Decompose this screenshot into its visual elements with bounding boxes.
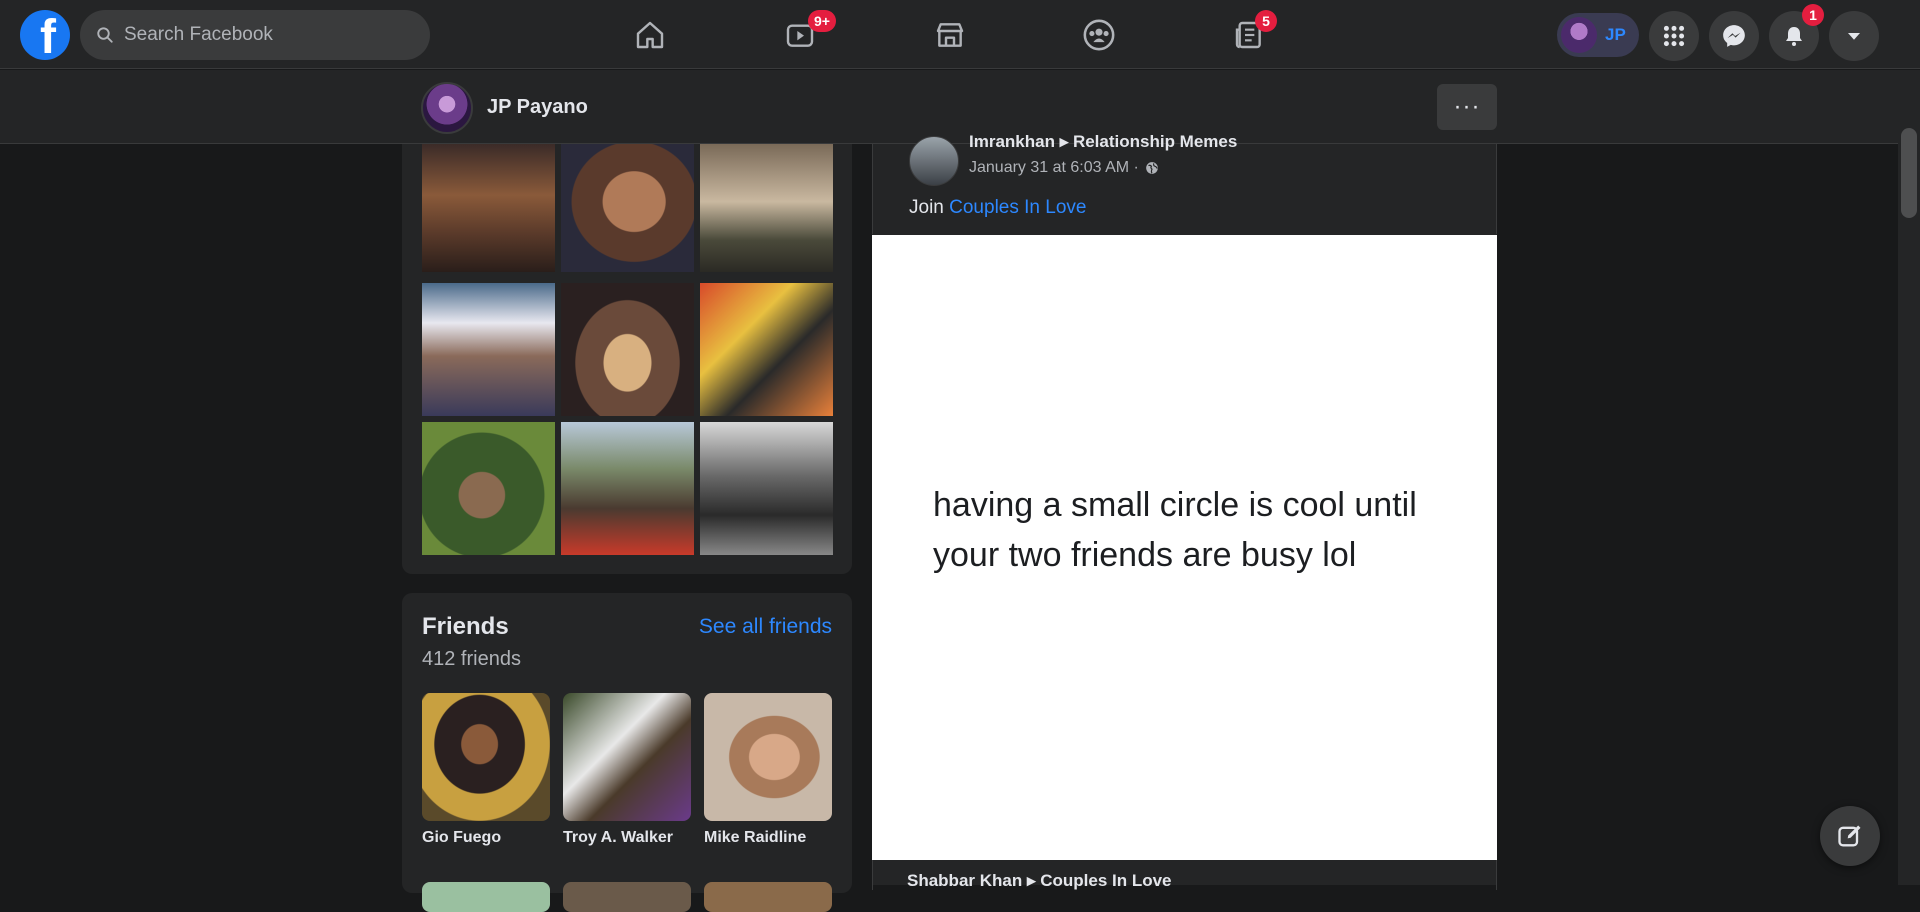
post-header: Imrankhan ▸ Relationship Memes January 3…: [872, 132, 1497, 234]
profile-name[interactable]: JP Payano: [487, 96, 588, 119]
avatar: [1561, 17, 1597, 53]
nav-watch[interactable]: 9+: [770, 10, 836, 60]
friend-tile[interactable]: Mike Raidline: [704, 693, 832, 847]
friend-tile[interactable]: Gio Fuego: [422, 693, 550, 847]
home-icon: [636, 21, 664, 49]
globe-icon: [1146, 162, 1158, 174]
friend-photo[interactable]: [422, 693, 550, 821]
post-timestamp[interactable]: January 31 at 6:03 AM ·: [969, 159, 1159, 177]
marketplace-icon: [936, 23, 964, 47]
post-card: Imrankhan ▸ Relationship Memes January 3…: [872, 132, 1497, 890]
search-input[interactable]: [124, 24, 404, 46]
photo-thumbnail[interactable]: [561, 283, 694, 416]
account-dropdown-button[interactable]: [1829, 11, 1879, 61]
photo-thumbnail[interactable]: [561, 422, 694, 555]
friends-count: 412 friends: [422, 648, 521, 670]
photo-thumbnail[interactable]: [422, 283, 555, 416]
search-icon: [97, 27, 113, 43]
profile-sticky-header: JP Payano ···: [0, 70, 1898, 144]
post-text-prefix: Join: [909, 197, 950, 218]
more-options-button[interactable]: ···: [1437, 84, 1497, 130]
meme-text: having a small circle is cool until your…: [933, 486, 1417, 574]
photo-thumbnail[interactable]: [700, 144, 833, 272]
profile-avatar[interactable]: [421, 82, 473, 134]
groups-icon: [1083, 19, 1115, 51]
photo-thumbnail[interactable]: [700, 283, 833, 416]
top-navigation-bar: f 9+ 5 JP 1: [0, 0, 1920, 69]
grid-menu-icon: [1663, 25, 1685, 47]
friend-photo[interactable]: [422, 882, 550, 912]
friend-photo[interactable]: [563, 882, 691, 912]
compose-icon: [1838, 825, 1861, 847]
see-all-friends-link[interactable]: See all friends: [699, 615, 832, 639]
post-author[interactable]: Imrankhan ▸ Relationship Memes: [969, 132, 1237, 152]
scrollbar-thumb[interactable]: [1901, 128, 1917, 218]
photo-thumbnail[interactable]: [422, 422, 555, 555]
messenger-button[interactable]: [1709, 11, 1759, 61]
nav-marketplace[interactable]: [920, 10, 980, 60]
watch-badge: 9+: [808, 10, 836, 32]
photo-grid: [422, 144, 833, 555]
post-time-text[interactable]: January 31 at 6:03 AM ·: [969, 159, 1139, 177]
nav-groups[interactable]: [1069, 10, 1129, 60]
bell-icon: [1786, 27, 1802, 46]
photo-thumbnail[interactable]: [700, 422, 833, 555]
friend-photo[interactable]: [704, 882, 832, 912]
menu-button[interactable]: [1649, 11, 1699, 61]
search-box[interactable]: [80, 10, 430, 60]
post-author-avatar[interactable]: [909, 136, 959, 186]
news-badge: 5: [1255, 10, 1277, 32]
profile-shortcut[interactable]: JP: [1557, 13, 1639, 57]
post-image[interactable]: having a small circle is cool until your…: [872, 235, 1497, 860]
photos-card: [402, 144, 852, 574]
notifications-button[interactable]: 1: [1769, 4, 1824, 61]
chevron-down-icon: [1848, 33, 1860, 40]
friend-name[interactable]: Gio Fuego: [422, 829, 550, 847]
friends-title[interactable]: Friends: [422, 613, 509, 641]
friend-photo[interactable]: [563, 693, 691, 821]
post-text: Join Couples In Love: [909, 197, 1086, 219]
photo-thumbnail[interactable]: [422, 144, 555, 272]
next-post-author[interactable]: Shabbar Khan ▸ Couples In Love: [907, 871, 1172, 891]
group-link[interactable]: Couples In Love: [949, 197, 1086, 218]
new-message-button[interactable]: [1820, 806, 1880, 866]
notifications-badge: 1: [1802, 4, 1824, 26]
friend-name[interactable]: Troy A. Walker: [563, 829, 691, 847]
nav-news[interactable]: 5: [1219, 10, 1279, 60]
friend-tile[interactable]: Troy A. Walker: [563, 693, 691, 847]
facebook-logo[interactable]: f: [20, 10, 70, 60]
nav-home[interactable]: [620, 10, 680, 60]
facebook-logo-letter: f: [40, 11, 56, 61]
photo-thumbnail[interactable]: [561, 144, 694, 272]
profile-initials: JP: [1605, 25, 1626, 44]
messenger-icon: [1723, 25, 1745, 47]
friend-name[interactable]: Mike Raidline: [704, 829, 832, 847]
friends-card: Friends 412 friends See all friends Gio …: [402, 593, 852, 912]
friend-photo[interactable]: [704, 693, 832, 821]
